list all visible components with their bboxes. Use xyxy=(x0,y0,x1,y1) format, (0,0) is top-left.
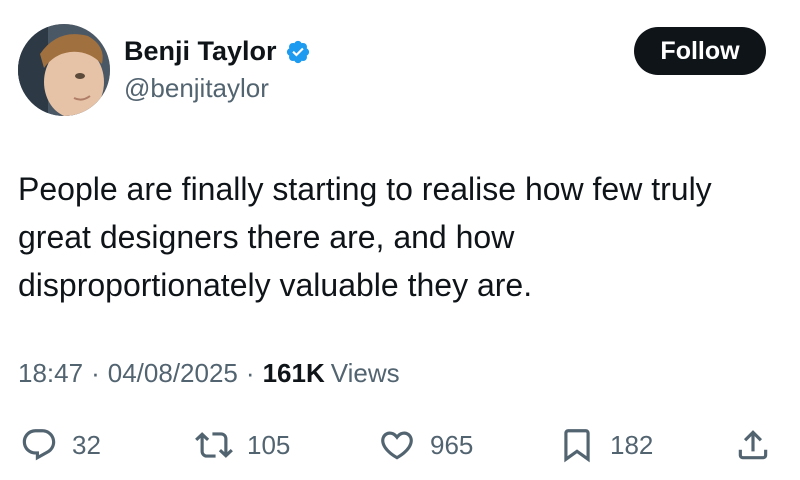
author-display-name[interactable]: Benji Taylor xyxy=(124,36,277,67)
share-icon xyxy=(738,430,768,460)
avatar[interactable] xyxy=(18,24,110,116)
follow-button[interactable]: Follow xyxy=(634,27,766,75)
like-count: 965 xyxy=(430,429,474,460)
action-bar: 32 105 965 182 xyxy=(0,420,800,470)
heart-icon xyxy=(381,431,413,460)
author-name-row: Benji Taylor xyxy=(124,36,311,67)
retweet-button[interactable]: 105 xyxy=(195,420,290,470)
like-button[interactable]: 965 xyxy=(378,420,473,470)
bookmark-button[interactable]: 182 xyxy=(558,420,653,470)
retweet-count: 105 xyxy=(247,429,291,460)
tweet-text: People are finally starting to realise h… xyxy=(18,171,712,303)
retweet-icon xyxy=(195,432,233,458)
views-count: 161K xyxy=(262,358,325,388)
views-label: Views xyxy=(330,358,400,388)
tweet-date[interactable]: 04/08/2025 xyxy=(108,358,238,389)
bookmark-icon xyxy=(564,429,590,463)
reply-count: 32 xyxy=(72,429,101,460)
meta-separator: · xyxy=(91,358,100,388)
author-handle[interactable]: @benjitaylor xyxy=(124,73,269,104)
bookmark-count: 182 xyxy=(610,429,654,460)
meta-separator: · xyxy=(245,358,255,388)
share-button[interactable] xyxy=(734,420,772,470)
reply-button[interactable]: 32 xyxy=(20,420,101,470)
verified-badge-icon[interactable] xyxy=(285,39,311,65)
tweet-meta: 18:47 · 04/08/2025 · 161K Views xyxy=(18,358,400,389)
avatar-photo-icon xyxy=(18,24,110,116)
tweet-card: Benji Taylor @benjitaylor Follow People … xyxy=(0,0,800,480)
tweet-time[interactable]: 18:47 xyxy=(18,358,83,389)
reply-icon xyxy=(22,429,56,461)
